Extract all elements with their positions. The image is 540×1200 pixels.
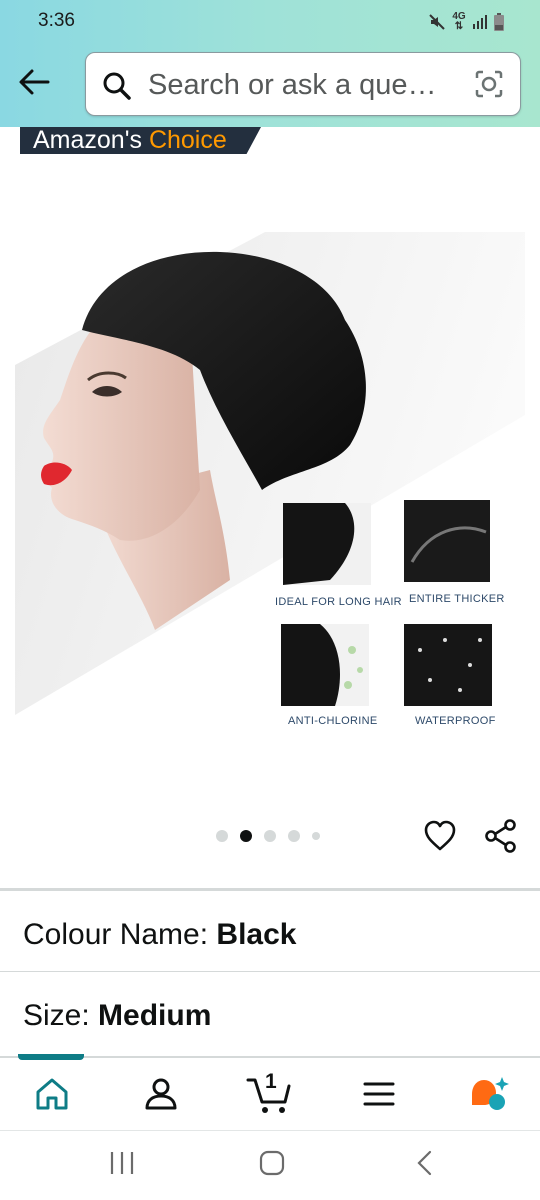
badge-highlight: Choice (148, 126, 227, 154)
carousel-dot[interactable] (216, 830, 228, 842)
battery-icon (494, 13, 504, 31)
network-4g-icon: 4G ⇅ (452, 11, 466, 32)
home-icon[interactable] (30, 1072, 74, 1116)
rufus-assistant-icon[interactable] (466, 1072, 510, 1116)
recent-apps-icon[interactable] (108, 1148, 136, 1178)
product-image[interactable]: IDEAL FOR LONG HAIR ENTIRE THICKER ANTI-… (0, 170, 540, 810)
menu-icon[interactable] (357, 1072, 401, 1116)
feature-caption: ENTIRE THICKER (409, 593, 505, 605)
carousel-dot-active[interactable] (240, 830, 252, 842)
account-icon[interactable] (139, 1072, 183, 1116)
feature-caption: WATERPROOF (415, 715, 496, 727)
feature-caption: ANTI-CHLORINE (288, 715, 378, 727)
back-button-icon[interactable] (410, 1148, 438, 1178)
search-input[interactable]: Search or ask a que… (85, 52, 521, 116)
carousel-dot[interactable] (264, 830, 276, 842)
carousel-indicator[interactable] (216, 830, 320, 842)
amazons-choice-badge: Amazon's Choice (20, 127, 261, 154)
status-icons: 4G ⇅ (428, 12, 504, 32)
row-divider (0, 971, 540, 972)
app-header: 3:36 4G ⇅ Search or ask a que… (0, 0, 540, 127)
feature-caption: IDEAL FOR LONG HAIR (275, 596, 402, 608)
size-label: Size: (23, 999, 99, 1032)
size-value: Medium (98, 999, 212, 1032)
home-button-icon[interactable] (258, 1148, 286, 1178)
carousel-dot[interactable] (288, 830, 300, 842)
cart-count: 1 (265, 1070, 277, 1093)
search-icon (103, 72, 131, 100)
camera-scan-icon[interactable] (474, 69, 504, 99)
status-time: 3:36 (38, 10, 75, 31)
heart-icon[interactable] (422, 818, 458, 854)
section-divider (0, 888, 540, 891)
cart-icon[interactable]: 1 (245, 1070, 295, 1116)
badge-prefix: Amazon's (33, 126, 142, 154)
colour-label: Colour Name: (23, 918, 217, 951)
mute-icon (429, 14, 445, 30)
carousel-dot[interactable] (312, 832, 320, 840)
colour-selector[interactable]: Colour Name: Black (23, 918, 296, 952)
colour-value: Black (216, 918, 297, 951)
search-placeholder: Search or ask a que… (148, 69, 437, 101)
product-photo-illustration (15, 232, 525, 715)
signal-icon (473, 15, 487, 29)
active-tab-indicator (18, 1054, 84, 1060)
size-selector[interactable]: Size: Medium (23, 999, 211, 1033)
back-arrow-icon[interactable] (14, 62, 54, 102)
share-icon[interactable] (483, 818, 519, 854)
